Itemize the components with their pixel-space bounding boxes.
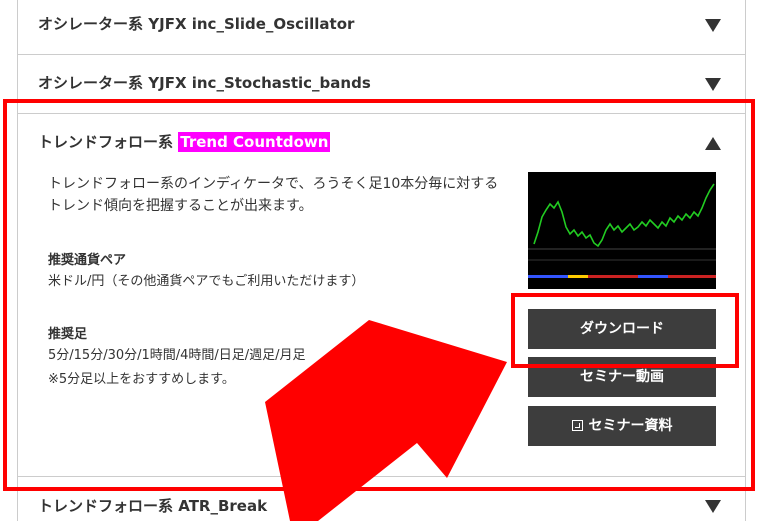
accordion-category: オシレーター系: [38, 74, 144, 92]
chevron-down-icon[interactable]: [705, 78, 721, 91]
accordion-header-stochastic-bands[interactable]: オシレーター系 YJFX inc_Stochastic_bands: [38, 73, 371, 93]
accordion-category: オシレーター系: [38, 15, 144, 33]
accordion-category: トレンドフォロー系: [38, 497, 174, 515]
accordion-header-slide-oscillator[interactable]: オシレーター系 YJFX inc_Slide_Oscillator: [38, 14, 354, 34]
accordion-item-name: YJFX inc_Slide_Oscillator: [148, 15, 355, 33]
chevron-down-icon[interactable]: [705, 500, 721, 513]
accordion-item-name: YJFX inc_Stochastic_bands: [148, 74, 371, 92]
divider: [17, 54, 746, 55]
chevron-down-icon[interactable]: [705, 19, 721, 32]
highlight-frame-download: [511, 293, 739, 368]
accordion-header-atr-break[interactable]: トレンドフォロー系 ATR_Break: [38, 496, 267, 516]
accordion-item-name: ATR_Break: [178, 497, 268, 515]
